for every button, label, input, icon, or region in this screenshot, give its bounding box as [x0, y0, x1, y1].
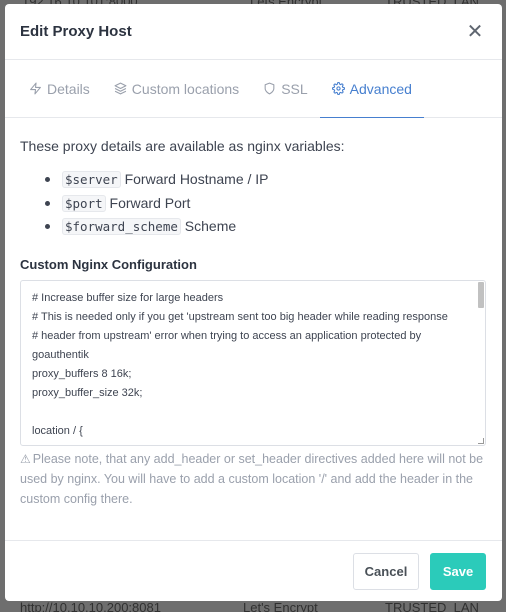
modal-footer: Cancel Save: [5, 540, 502, 601]
edit-proxy-host-modal: Edit Proxy Host ✕ Details Custom locatio…: [5, 4, 502, 601]
custom-nginx-config-textarea[interactable]: # Increase buffer size for large headers…: [20, 279, 486, 446]
tab-label: Advanced: [349, 80, 412, 97]
config-label: Custom Nginx Configuration: [20, 256, 197, 272]
variable-name: $forward_scheme: [62, 218, 181, 235]
background-table-bottom-row: http://10.10.10.200:8081 Let's Encrypt T…: [0, 600, 506, 612]
shield-icon: [264, 82, 275, 95]
background-cell: TRUSTED_LAN: [385, 600, 479, 612]
warning-note: ⚠ Please note, that any add_header or set…: [20, 449, 487, 509]
tab-bar: Details Custom locations SSL Advanced: [5, 60, 502, 118]
list-item: $forward_scheme Scheme: [45, 215, 487, 239]
tab-custom-locations[interactable]: Custom locations: [102, 60, 251, 117]
list-item: $port Forward Port: [45, 192, 487, 216]
variable-name: $port: [62, 194, 106, 212]
modal-header: Edit Proxy Host ✕: [5, 4, 502, 60]
background-cell: http://10.10.10.200:8081: [20, 600, 161, 612]
background-cell: Let's Encrypt: [243, 600, 318, 612]
variable-description: Forward Port: [109, 194, 191, 211]
cancel-button[interactable]: Cancel: [353, 552, 419, 590]
gear-icon: [331, 82, 345, 95]
tab-label: Custom locations: [131, 80, 240, 97]
modal-title: Edit Proxy Host: [20, 23, 132, 40]
zap-icon: [30, 82, 41, 95]
warning-text: Please note, that any add_header or set_…: [20, 451, 484, 506]
config-text[interactable]: # Increase buffer size for large headers…: [21, 281, 477, 445]
resize-grip-icon[interactable]: [478, 437, 484, 444]
advanced-tab-panel: These proxy details are available as ngi…: [5, 118, 502, 509]
alert-triangle-icon: ⚠: [20, 451, 31, 466]
scroll-thumb[interactable]: [478, 281, 484, 308]
variables-intro: These proxy details are available as ngi…: [20, 138, 345, 154]
tab-advanced[interactable]: Advanced: [319, 60, 425, 118]
textarea-scrollbar[interactable]: [477, 281, 485, 445]
layers-icon: [114, 82, 127, 95]
variable-name: $server: [62, 171, 121, 188]
variable-description: Forward Hostname / IP: [124, 171, 269, 187]
tab-ssl[interactable]: SSL: [251, 60, 319, 117]
save-button[interactable]: Save: [430, 552, 486, 590]
list-item: $server Forward Hostname / IP: [45, 168, 487, 192]
variables-list: $server Forward Hostname / IP $port Forw…: [45, 168, 487, 239]
close-icon[interactable]: ✕: [463, 20, 487, 44]
tab-label: Details: [47, 80, 90, 97]
tab-details[interactable]: Details: [17, 60, 102, 117]
variable-description: Scheme: [184, 218, 237, 234]
tab-label: SSL: [281, 80, 308, 97]
